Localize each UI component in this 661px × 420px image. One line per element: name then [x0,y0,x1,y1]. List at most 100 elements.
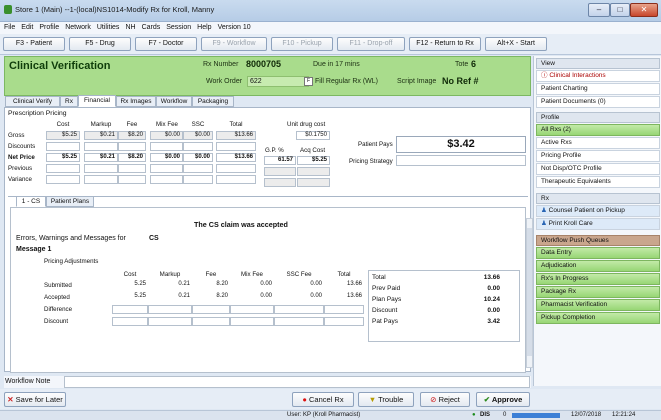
pricing-profile-item[interactable]: Pricing Profile [536,150,660,162]
close-button[interactable]: ✕ [630,3,658,17]
menu-help[interactable]: Help [197,22,211,34]
trouble-button[interactable]: ▼ Trouble [358,392,414,407]
unit-cost-label: Unit drug cost [287,121,326,128]
pricing-cell [216,142,256,151]
total-label: Plan Pays [372,296,402,303]
approve-button[interactable]: ✔ Approve [476,392,530,407]
work-order-field[interactable]: 622 [247,76,309,87]
tab-workflow[interactable]: Workflow [156,96,192,107]
tab-packaging[interactable]: Packaging [192,96,234,107]
minimize-button[interactable]: – [588,3,610,17]
menu-network[interactable]: Network [65,22,91,34]
script-image-value: No Ref # [442,76,479,86]
total-label: Discount [372,307,398,314]
adjustment-cell [148,317,192,326]
acq-extra-2 [297,178,330,187]
f7-doctor-button[interactable]: F7 - Doctor [135,37,197,51]
menu-cards[interactable]: Cards [142,22,161,34]
queue-rxs-in-progress[interactable]: Rx's In Progress [536,273,660,285]
adj-col-total: Total [337,271,351,278]
menu-edit[interactable]: Edit [21,22,33,34]
tab-rx-images[interactable]: Rx Images [116,96,156,107]
pricing-cell [46,142,80,151]
print-kroll-care-item[interactable]: ♟ Print Kroll Care [536,218,660,230]
tab-clinical-verify[interactable]: Clinical Verify [5,96,60,107]
col-cost: Cost [56,121,70,128]
adj-col-markup: Markup [159,271,181,278]
queue-pharmacist-verification[interactable]: Pharmacist Verification [536,299,660,311]
f11-dropoff-button[interactable]: F11 - Drop-off [337,37,405,51]
menu-session[interactable]: Session [166,22,191,34]
adjustment-cell [324,305,364,314]
patient-documents-item[interactable]: Patient Documents (0) [536,96,660,108]
maximize-button[interactable]: □ [610,3,630,17]
person-icon: ♟ [541,207,547,214]
plan-tab-patient-plans[interactable]: Patient Plans (2) [46,196,94,214]
claim-accepted-text: The CS claim was accepted [194,220,288,229]
tab-financial[interactable]: Financial [78,95,116,107]
col-total: Total [229,121,243,128]
menu-version[interactable]: Version 10 [218,22,251,34]
scroll-thumb[interactable] [527,228,532,356]
title-bar: Store 1 (Main) --1-(local)NS1014-Modify … [0,0,661,22]
plan-tab-cs[interactable]: 1 - CS [16,196,46,207]
page-title: Clinical Verification [9,60,111,72]
therapeutic-equivalents-item[interactable]: Therapeutic Equivalents [536,176,660,188]
col-ssc: SSC [191,121,205,128]
approve-label: Approve [491,395,523,404]
pricing-cell [183,175,213,184]
patient-pays-label: Patient Pays [358,141,393,148]
right-panel: View ⓘ Clinical Interactions Patient Cha… [533,56,661,386]
workflow-note-row: Workflow Note [4,376,531,388]
active-rxs-item[interactable]: Active Rxs [536,137,660,149]
tote-value: 6 [471,59,477,69]
counsel-patient-item[interactable]: ♟ Counsel Patient on Pickup [536,205,660,217]
reject-button[interactable]: ⊘ Reject [420,392,470,407]
pricing-cell [46,164,80,173]
f5-drug-button[interactable]: F5 - Drug [69,37,131,51]
save-for-later-button[interactable]: ✕ Save for Later [4,392,66,407]
queues-section-header: Workflow Push Queues [536,235,660,246]
rx-section-header: Rx [536,193,660,204]
pricing-cell [46,175,80,184]
queue-pickup-completion[interactable]: Pickup Completion [536,312,660,324]
queue-data-entry[interactable]: Data Entry [536,247,660,259]
f12-return-button[interactable]: F12 - Return to Rx [409,37,481,51]
total-value: 3.42 [487,318,500,325]
pricing-cell: $5.25 [46,131,80,140]
not-disp-otc-item[interactable]: Not Disp/OTC Profile [536,163,660,175]
stop-icon: ● [302,395,307,404]
alt-x-start-button[interactable]: Alt+X - Start [485,37,547,51]
f10-pickup-button[interactable]: F10 - Pickup [271,37,333,51]
queue-package-rx[interactable]: Package Rx [536,286,660,298]
adjustment-cell [148,305,192,314]
status-user: User: KP (Kroll Pharmacist) [287,412,361,418]
f9-workflow-button[interactable]: F9 - Workflow [201,37,267,51]
status-bar: User: KP (Kroll Pharmacist) ● DIS 0 12/0… [0,410,661,420]
adj-col-fee: Fee [205,271,217,278]
all-rxs-item[interactable]: All Rxs (2) [536,124,660,136]
patient-pays-value: $3.42 [396,136,526,153]
clinical-interactions-item[interactable]: ⓘ Clinical Interactions [536,70,660,82]
patient-charting-item[interactable]: Patient Charting [536,83,660,95]
menu-profile[interactable]: Profile [39,22,59,34]
adjustment-cell: 0.00 [230,293,274,302]
adj-col-cost: Cost [123,271,137,278]
adjustment-cell [192,317,230,326]
queue-adjudication[interactable]: Adjudication [536,260,660,272]
pricing-strategy-field[interactable] [396,155,526,166]
menu-file[interactable]: File [4,22,15,34]
workflow-note-input[interactable] [64,376,530,388]
app-icon [4,5,12,14]
menu-utilities[interactable]: Utilities [97,22,120,34]
profile-section-header: Profile [536,112,660,123]
pricing-cell [183,164,213,173]
pricing-cell [84,175,118,184]
tab-rx[interactable]: Rx [60,96,78,107]
menu-nh[interactable]: NH [125,22,135,34]
f3-patient-button[interactable]: F3 - Patient [3,37,65,51]
pricing-cell [84,142,118,151]
cancel-rx-button[interactable]: ● Cancel Rx [292,392,354,407]
total-label: Pat Pays [372,318,399,325]
trouble-icon: ▼ [368,395,377,404]
